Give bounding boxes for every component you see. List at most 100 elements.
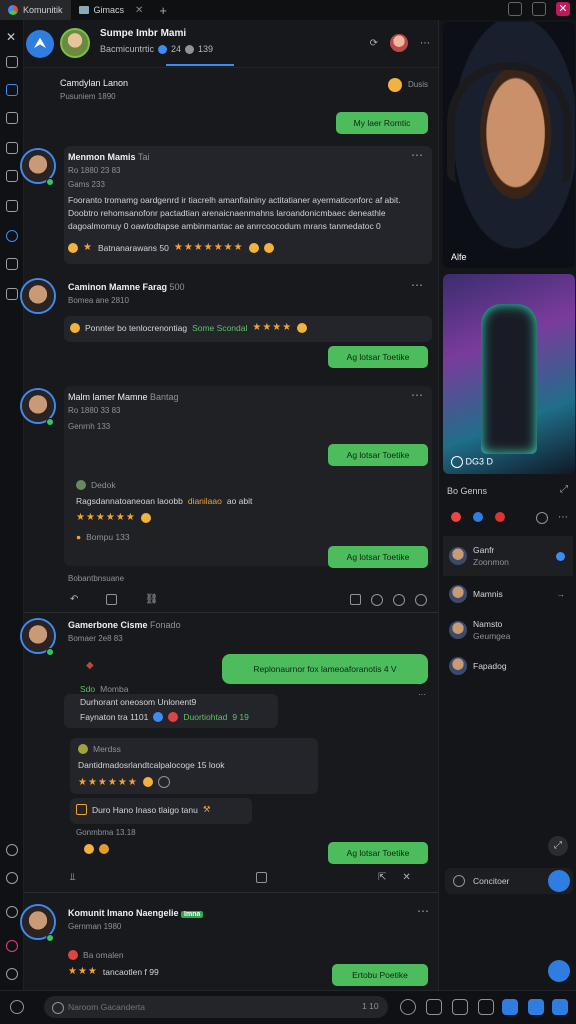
share-fab-button[interactable]	[548, 870, 570, 892]
chat-icon[interactable]	[6, 84, 18, 96]
top-cta-button[interactable]: My laer Romtic	[336, 112, 428, 134]
pin-icon[interactable]: ⇱	[378, 872, 386, 883]
inbox-icon[interactable]	[6, 112, 18, 124]
window-close-button[interactable]: ✕	[556, 2, 570, 16]
discover-icon[interactable]	[6, 230, 18, 242]
streamer-video[interactable]: Alfe	[443, 22, 575, 268]
calendar-icon[interactable]	[6, 170, 18, 182]
emoji-icon[interactable]	[248, 242, 259, 253]
emoji-icon[interactable]	[84, 844, 94, 854]
post5-more-icon[interactable]: ⋯	[417, 904, 430, 918]
app-logo-icon[interactable]: ⮝	[26, 30, 54, 58]
message-input[interactable]	[44, 996, 388, 1018]
post2-avatar[interactable]	[20, 278, 56, 314]
expand-icon[interactable]: ⤢	[548, 836, 568, 856]
more-options-icon[interactable]: ⋯	[420, 38, 430, 49]
post3-more-icon[interactable]: ⋯	[411, 388, 424, 402]
folder-icon[interactable]	[6, 142, 18, 154]
tools-icon[interactable]: ✕	[6, 30, 18, 44]
circle-icon[interactable]	[157, 776, 170, 788]
post5-author[interactable]: Komunit Imano Naengelie Imna	[68, 908, 204, 918]
youtube-icon[interactable]	[495, 512, 505, 522]
post5-cta-button[interactable]: Ertobu Poetike	[332, 964, 428, 986]
send-button[interactable]	[552, 999, 568, 1015]
tab-gimacs[interactable]: Gimacs ✕	[71, 0, 152, 20]
image-button[interactable]	[452, 999, 468, 1015]
lock-button[interactable]	[528, 999, 544, 1015]
post4-cta-button[interactable]: Ag lotsar Toetike	[328, 842, 428, 864]
emoji-icon[interactable]	[68, 950, 78, 960]
channel-avatar[interactable]	[60, 28, 90, 58]
post2-more-icon[interactable]: ⋯	[411, 278, 424, 292]
emoji-icon[interactable]	[70, 322, 80, 333]
window-minimize-button[interactable]	[508, 2, 522, 16]
expand-icon[interactable]: ⤢	[560, 484, 568, 495]
tab-komunitik[interactable]: Komunitik	[0, 0, 71, 20]
emoji-icon[interactable]	[388, 78, 402, 92]
home-icon[interactable]	[6, 56, 18, 68]
tools-icon[interactable]: ✕	[402, 872, 410, 883]
post2-author[interactable]: Caminon Mamne Farag 500	[68, 282, 185, 292]
post4-bubble[interactable]: Replonaurnor fox lameoaforanotis 4 V	[222, 654, 428, 684]
time-icon[interactable]	[393, 594, 405, 606]
globe-icon[interactable]	[415, 594, 427, 606]
new-tab-button[interactable]: +	[159, 3, 167, 18]
store-icon[interactable]	[6, 968, 18, 980]
save-icon[interactable]	[350, 594, 361, 605]
post4-actions: ⫫	[70, 872, 267, 883]
tools-button[interactable]	[502, 999, 518, 1015]
emoji-picker-button[interactable]	[400, 999, 416, 1015]
shield-icon[interactable]	[371, 594, 383, 606]
user-avatar[interactable]	[390, 34, 408, 52]
emoji-icon[interactable]	[140, 512, 151, 523]
timer-icon[interactable]	[536, 512, 548, 524]
window-maximize-button[interactable]	[532, 2, 546, 16]
link-icon[interactable]: ⛓	[145, 594, 158, 605]
post3-cta-button-2[interactable]: Ag lotsar Toetike	[328, 546, 428, 568]
post3-sub-tail: ao abit	[226, 496, 253, 506]
notification-icon[interactable]	[6, 906, 18, 918]
sub-author-avatar[interactable]	[76, 480, 86, 490]
mic-button[interactable]	[478, 999, 494, 1015]
settings-icon[interactable]	[6, 288, 18, 300]
post1-author[interactable]: Menmon Mamis Tai	[68, 152, 150, 162]
post3-cta-button-1[interactable]: Ag lotsar Toetike	[328, 444, 428, 466]
post4-bubble-more-icon[interactable]: ⋯	[418, 690, 426, 699]
quote-avatar[interactable]	[78, 744, 88, 754]
post5-reply-label: Ba omalen	[83, 950, 124, 960]
right-list-item[interactable]: Namsto Geumgea	[443, 610, 573, 650]
emoji-icon[interactable]	[99, 844, 109, 854]
right-list-item[interactable]: Ganfr Zoonmon	[443, 536, 573, 576]
record-icon[interactable]	[451, 512, 461, 522]
gif-button[interactable]	[426, 999, 442, 1015]
top-reply-label[interactable]: Dusis	[408, 80, 428, 89]
play-icon[interactable]	[451, 456, 463, 468]
post4-author[interactable]: Gamerbone Cisme Fonado	[68, 620, 181, 630]
post1-more-icon[interactable]: ⋯	[411, 148, 424, 162]
bookmark-icon[interactable]	[6, 258, 18, 270]
bag-icon[interactable]	[6, 200, 18, 212]
post2-cta-button[interactable]: Ag lotsar Toetike	[328, 346, 428, 368]
shield-icon[interactable]	[473, 512, 483, 522]
close-tab-icon[interactable]: ✕	[135, 5, 143, 16]
support-fab-button[interactable]	[548, 960, 570, 982]
attach-icon[interactable]	[10, 1000, 24, 1014]
reply-icon[interactable]: ↶	[70, 594, 78, 605]
right-list-item[interactable]: Fapadog	[443, 646, 573, 686]
live-icon[interactable]	[6, 940, 18, 952]
share-icon[interactable]	[106, 594, 118, 605]
profile-icon[interactable]	[6, 872, 18, 884]
emoji-icon[interactable]	[142, 777, 153, 787]
game-video[interactable]: DG3 D	[443, 274, 575, 474]
help-icon[interactable]	[6, 844, 18, 856]
refresh-icon[interactable]: ⟳	[370, 38, 378, 49]
chart-icon[interactable]: ⫫	[70, 872, 76, 883]
emoji-icon[interactable]	[68, 242, 78, 253]
emoji-icon[interactable]	[297, 322, 308, 333]
copy-icon[interactable]	[255, 872, 267, 883]
right-list-item[interactable]: Mamnis →	[443, 574, 573, 614]
post3-author[interactable]: Malm lamer Mamne Bantag	[68, 392, 179, 402]
emoji-icon[interactable]	[263, 242, 274, 253]
post5-rating: ★★★	[68, 966, 98, 977]
more-options-icon[interactable]: ⋯	[558, 512, 568, 524]
